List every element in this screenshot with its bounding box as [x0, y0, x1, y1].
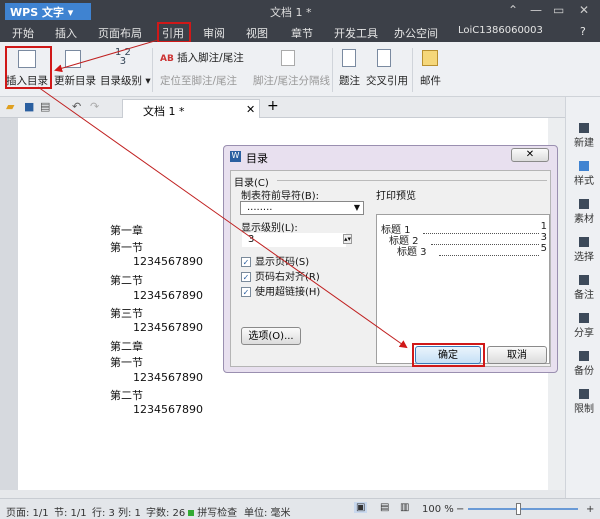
arrow-to-insert-toc: [54, 39, 159, 73]
annotation-arrows: [37, 39, 408, 349]
arrow-to-ok: [37, 86, 408, 349]
